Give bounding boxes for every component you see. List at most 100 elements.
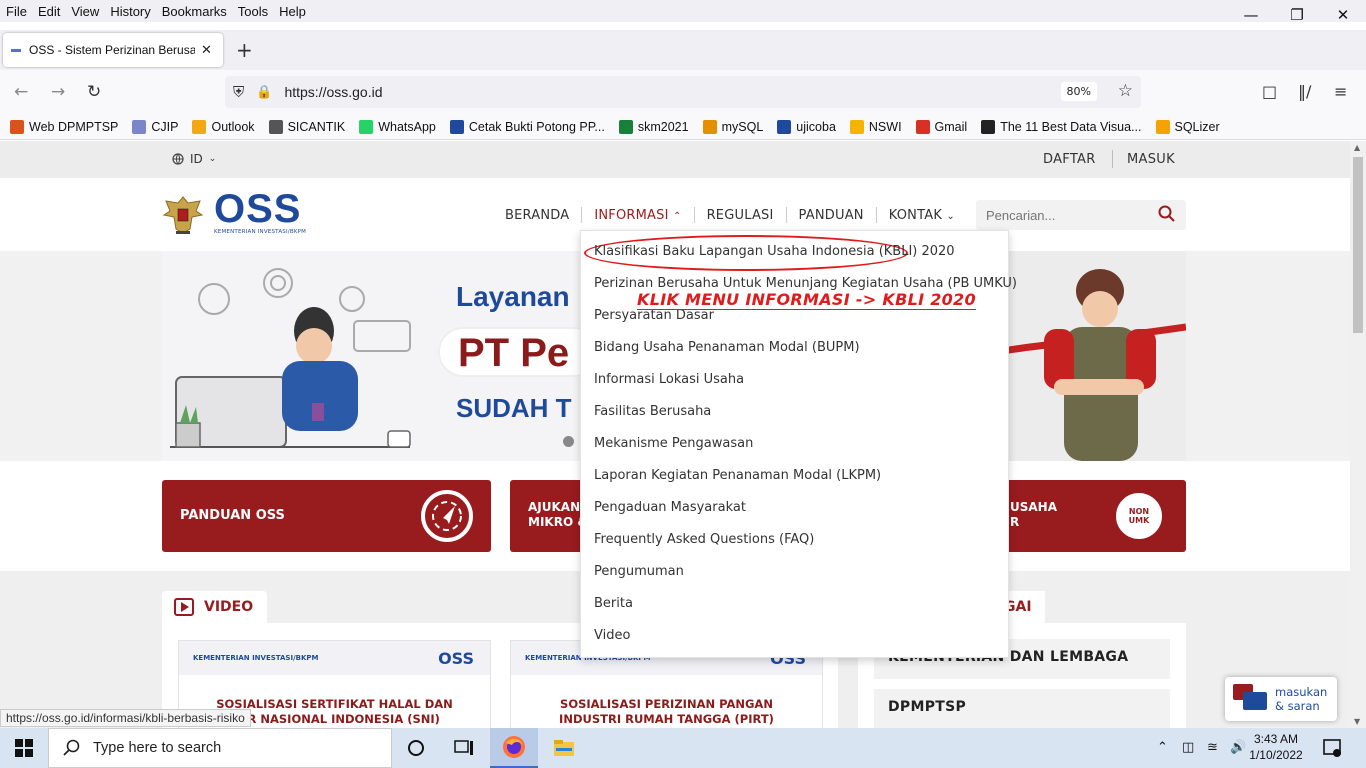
device-icon[interactable]: ◫ (1182, 740, 1194, 755)
bookmark-item[interactable]: mySQL (702, 119, 764, 134)
nav-informasi[interactable]: INFORMASI ⌃ (582, 208, 693, 223)
bookmark-item[interactable]: Web DPMPTSP (10, 119, 118, 134)
taskbar: Type here to search ⌃ ◫ ≊ 🔊 3:43 AM 1/10… (0, 728, 1366, 768)
reload-icon[interactable]: ↻ (87, 82, 101, 102)
menu-file[interactable]: File (1, 4, 32, 19)
pocket-icon[interactable]: □ (1262, 82, 1277, 101)
back-icon[interactable]: ← (14, 82, 28, 102)
bookmark-star-icon[interactable]: ☆ (1118, 81, 1133, 101)
menu-bar: File Edit View History Bookmarks Tools H… (0, 0, 1366, 22)
bookmark-item[interactable]: SQLizer (1155, 119, 1220, 134)
link-dpmptsp[interactable]: DPMPTSP (874, 689, 1170, 728)
tab-title: OSS - Sistem Perizinan Berusaha (29, 43, 195, 57)
bookmark-item[interactable]: Outlook (192, 119, 255, 134)
banner-line-3: SUDAH T (456, 393, 572, 423)
volume-icon[interactable]: 🔊 (1230, 740, 1246, 755)
video-header-text: KEMENTERIAN INVESTASI/BKPM (193, 654, 319, 662)
non-umk-badge: NON UMK (1114, 491, 1164, 541)
bookmark-label: CJIP (151, 119, 179, 134)
address-bar[interactable]: ⛨ 🔒 https://oss.go.id 80% ☆ (225, 76, 1141, 108)
scroll-up-icon[interactable]: ▲ (1354, 143, 1360, 152)
page-scrollbar[interactable]: ▲ ▼ (1350, 141, 1366, 728)
lock-icon[interactable]: 🔒 (256, 85, 272, 100)
bookmark-item[interactable]: WhatsApp (359, 119, 436, 134)
video-tab[interactable]: VIDEO (162, 591, 267, 623)
browser-tab[interactable]: OSS - Sistem Perizinan Berusaha ✕ (3, 33, 223, 67)
minimize-icon[interactable]: — (1228, 0, 1274, 30)
firefox-taskbar-icon[interactable] (490, 728, 538, 768)
dropdown-item-berita[interactable]: Berita (594, 596, 633, 611)
bookmark-label: mySQL (721, 119, 764, 134)
wifi-icon[interactable]: ≊ (1207, 740, 1218, 755)
bookmark-item[interactable]: Gmail (915, 119, 968, 134)
dropdown-item-fasilitas[interactable]: Fasilitas Berusaha (594, 404, 711, 419)
bookmark-label: skm2021 (637, 119, 689, 134)
carousel-dot[interactable] (563, 436, 574, 447)
bookmark-item[interactable]: Cetak Bukti Potong PP... (449, 119, 605, 134)
search-icon[interactable] (1158, 205, 1176, 223)
bookmark-item[interactable]: NSWI (849, 119, 902, 134)
dropdown-item-lkpm[interactable]: Laporan Kegiatan Penanaman Modal (LKPM) (594, 468, 881, 483)
nav-regulasi[interactable]: REGULASI (695, 208, 786, 223)
dropdown-item-faq[interactable]: Frequently Asked Questions (FAQ) (594, 532, 814, 547)
close-window-icon[interactable]: ✕ (1320, 0, 1366, 30)
nav-kontak[interactable]: KONTAK ⌄ (877, 208, 967, 223)
nav-panduan[interactable]: PANDUAN (787, 208, 876, 223)
bookmark-item[interactable]: ujicoba (777, 119, 836, 134)
restore-icon[interactable]: ❐ (1274, 0, 1320, 30)
file-explorer-icon[interactable] (540, 728, 588, 768)
bookmark-item[interactable]: The 11 Best Data Visua... (981, 119, 1142, 134)
menu-bookmarks[interactable]: Bookmarks (157, 4, 232, 19)
hamburger-menu-icon[interactable]: ≡ (1334, 82, 1347, 101)
menu-history[interactable]: History (105, 4, 155, 19)
dropdown-item-kbli[interactable]: Klasifikasi Baku Lapangan Usaha Indonesi… (594, 244, 955, 259)
bookmark-item[interactable]: SICANTIK (268, 119, 345, 134)
close-tab-icon[interactable]: ✕ (201, 43, 212, 58)
cortana-icon[interactable] (392, 728, 440, 768)
dropdown-item-pb-umku[interactable]: Perizinan Berusaha Untuk Menunjang Kegia… (594, 276, 1017, 291)
scroll-down-icon[interactable]: ▼ (1354, 717, 1360, 726)
nav-beranda[interactable]: BERANDA (493, 208, 581, 223)
windows-start-icon[interactable] (0, 728, 48, 768)
feedback-button[interactable]: masukan & saran (1225, 677, 1337, 721)
taskbar-search[interactable]: Type here to search (48, 728, 392, 768)
bookmark-favicon-icon (981, 119, 996, 134)
daftar-link[interactable]: DAFTAR (1043, 152, 1096, 167)
masuk-link[interactable]: MASUK (1127, 152, 1175, 167)
language-selector[interactable]: ID ⌄ (172, 152, 216, 166)
dropdown-item-pengumuman[interactable]: Pengumuman (594, 564, 684, 579)
menu-edit[interactable]: Edit (33, 4, 65, 19)
task-view-icon[interactable] (440, 728, 488, 768)
bookmark-label: Gmail (934, 119, 968, 134)
menu-view[interactable]: View (66, 4, 104, 19)
bookmark-item[interactable]: CJIP (132, 119, 179, 134)
menu-help[interactable]: Help (274, 4, 311, 19)
tray-chevron-icon[interactable]: ⌃ (1157, 740, 1168, 755)
panduan-oss-card[interactable]: PANDUAN OSS (162, 480, 491, 552)
dropdown-item-video[interactable]: Video (594, 628, 630, 643)
nav-kontak-label: KONTAK (888, 207, 943, 223)
status-url: https://oss.go.id/informasi/kbli-berbasi… (0, 709, 251, 727)
dropdown-item-pengaduan[interactable]: Pengaduan Masyarakat (594, 500, 746, 515)
bookmark-item[interactable]: skm2021 (618, 119, 689, 134)
notification-icon[interactable] (1322, 738, 1342, 761)
system-clock[interactable]: 3:43 AM 1/10/2022 (1245, 731, 1307, 763)
menu-tools[interactable]: Tools (233, 4, 273, 19)
dropdown-item-bupm[interactable]: Bidang Usaha Penanaman Modal (BUPM) (594, 340, 860, 355)
umk-card[interactable]: USAHA R NON UMK (1000, 480, 1186, 552)
dropdown-item-persyaratan[interactable]: Persyaratan Dasar (594, 308, 714, 323)
bookmark-favicon-icon (192, 119, 207, 134)
url-text[interactable]: https://oss.go.id (284, 84, 382, 100)
oss-logo[interactable]: OSS KEMENTERIAN INVESTASI/BKPM (214, 189, 306, 235)
search-input[interactable] (976, 200, 1146, 230)
chevron-up-icon: ⌃ (672, 210, 682, 222)
banner-pill: PT Pe (438, 327, 598, 377)
dropdown-item-lokasi[interactable]: Informasi Lokasi Usaha (594, 372, 744, 387)
library-icon[interactable]: ‖∕ (1298, 82, 1311, 101)
zoom-level[interactable]: 80% (1060, 82, 1097, 101)
forward-icon[interactable]: → (51, 82, 65, 102)
dropdown-item-pengawasan[interactable]: Mekanisme Pengawasan (594, 436, 753, 451)
scroll-thumb[interactable] (1353, 157, 1363, 333)
shield-icon[interactable]: ⛨ (233, 83, 244, 101)
new-tab-icon[interactable]: + (236, 38, 253, 62)
